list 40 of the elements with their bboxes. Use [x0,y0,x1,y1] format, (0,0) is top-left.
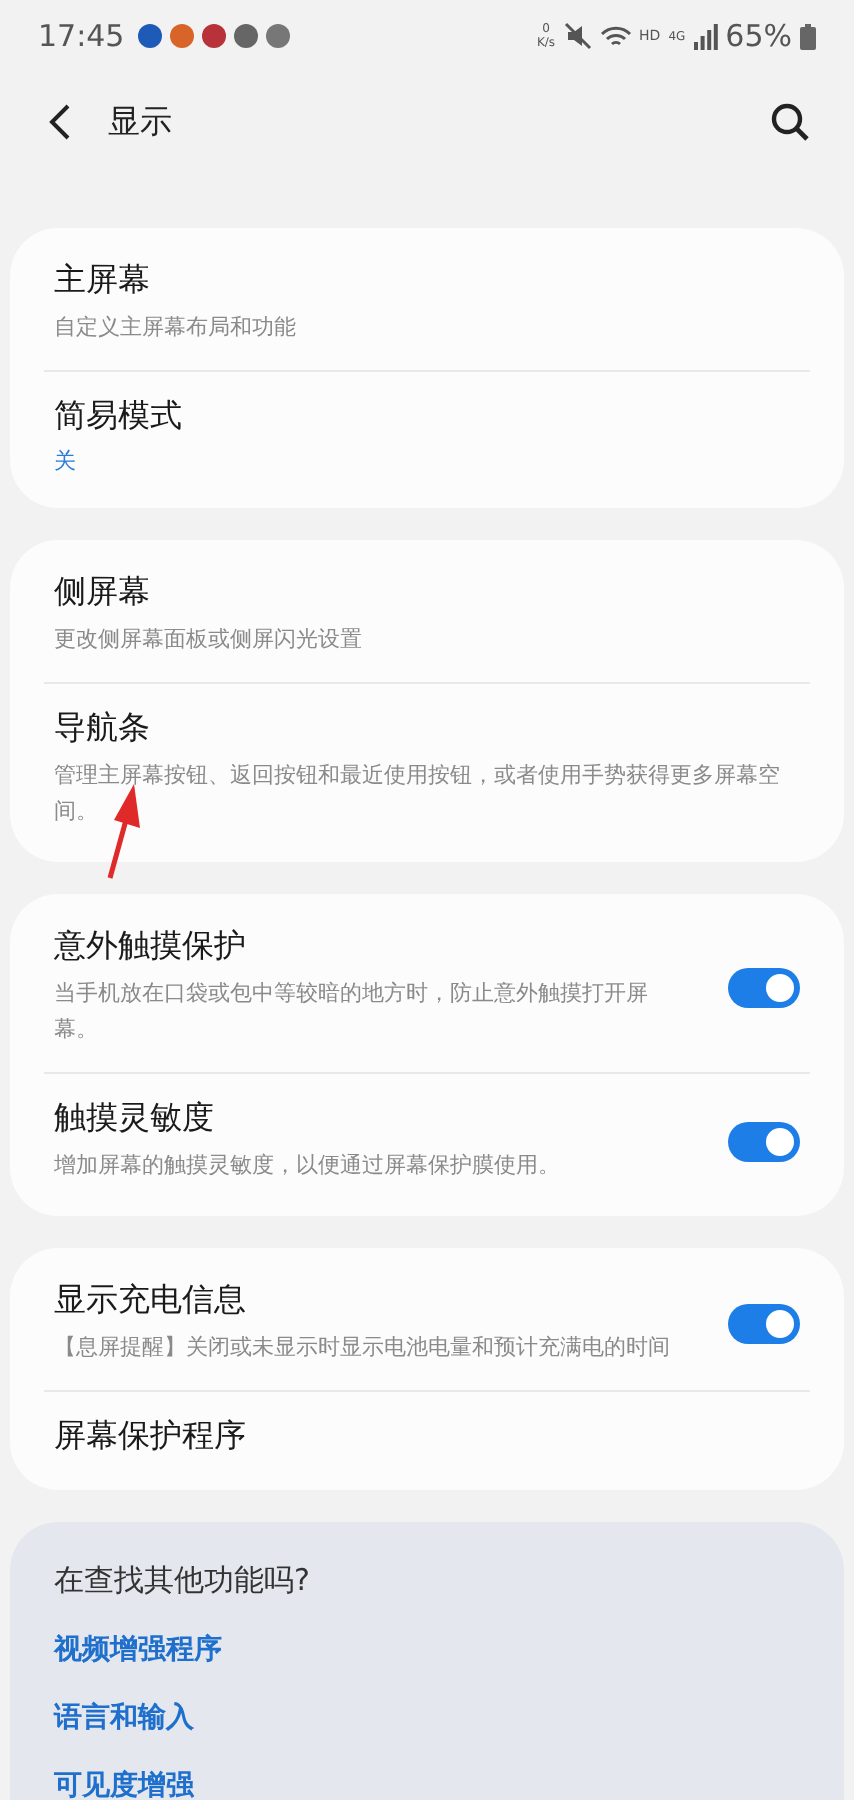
search-icon [770,102,810,142]
toggle-switch[interactable] [728,1121,800,1161]
item-title: 触摸灵敏度 [54,1098,216,1140]
back-chevron-icon [48,102,72,142]
suggestion-link[interactable]: 视频增强程序 [54,1632,800,1668]
signal-icon [693,23,718,49]
settings-item[interactable]: 屏幕保护程序 [10,1392,844,1482]
item-value: 关 [54,446,78,476]
item-description: 增加屏幕的触摸灵敏度，以便通过屏幕保护膜使用。 [54,1150,562,1182]
item-description: 更改侧屏幕面板或侧屏闪光设置 [54,624,364,656]
settings-item[interactable]: 意外触摸保护 当手机放在口袋或包中等较暗的地方时，防止意外触摸打开屏幕。 [10,902,844,1072]
item-title: 意外触摸保护 [54,926,248,968]
settings-item[interactable]: 导航条 管理主屏幕按钮、返回按钮和最近使用按钮，或者使用手势获得更多屏幕空间。 [10,684,844,854]
item-title: 显示充电信息 [54,1280,248,1322]
settings-item[interactable]: 简易模式 关 [10,372,844,500]
battery-icon [800,23,816,49]
item-description: 【息屏提醒】关闭或未显示时显示电池电量和预计充满电的时间 [54,1332,672,1364]
wifi-icon [599,23,632,49]
settings-item[interactable]: 触摸灵敏度 增加屏幕的触摸灵敏度，以便通过屏幕保护膜使用。 [10,1074,844,1208]
toggle-switch[interactable] [728,967,800,1007]
suggestion-link[interactable]: 语言和输入 [54,1700,800,1736]
item-description: 当手机放在口袋或包中等较暗的地方时，防止意外触摸打开屏幕。 [54,978,650,1046]
page-title: 显示 [108,101,172,143]
settings-item[interactable]: 主屏幕 自定义主屏幕布局和功能 [10,236,844,370]
annotation-arrow [104,784,144,880]
battery-percent: 65% [725,18,792,54]
toggle-switch[interactable] [728,1303,800,1343]
settings-item[interactable]: 侧屏幕 更改侧屏幕面板或侧屏闪光设置 [10,548,844,682]
item-title: 导航条 [54,708,152,750]
item-title: 侧屏幕 [54,572,152,614]
settings-item[interactable]: 显示充电信息 【息屏提醒】关闭或未显示时显示电池电量和预计充满电的时间 [10,1256,844,1390]
suggestion-link[interactable]: 可见度增强 [54,1768,800,1800]
item-description: 管理主屏幕按钮、返回按钮和最近使用按钮，或者使用手势获得更多屏幕空间。 [54,760,782,828]
item-title: 简易模式 [54,396,184,438]
mute-icon [563,22,592,50]
item-title: 主屏幕 [54,260,152,302]
item-description: 自定义主屏幕布局和功能 [54,312,298,344]
suggestions-title: 在查找其他功能吗? [54,1562,312,1600]
status-time: 17:45 [38,18,125,54]
item-title: 屏幕保护程序 [54,1416,248,1458]
